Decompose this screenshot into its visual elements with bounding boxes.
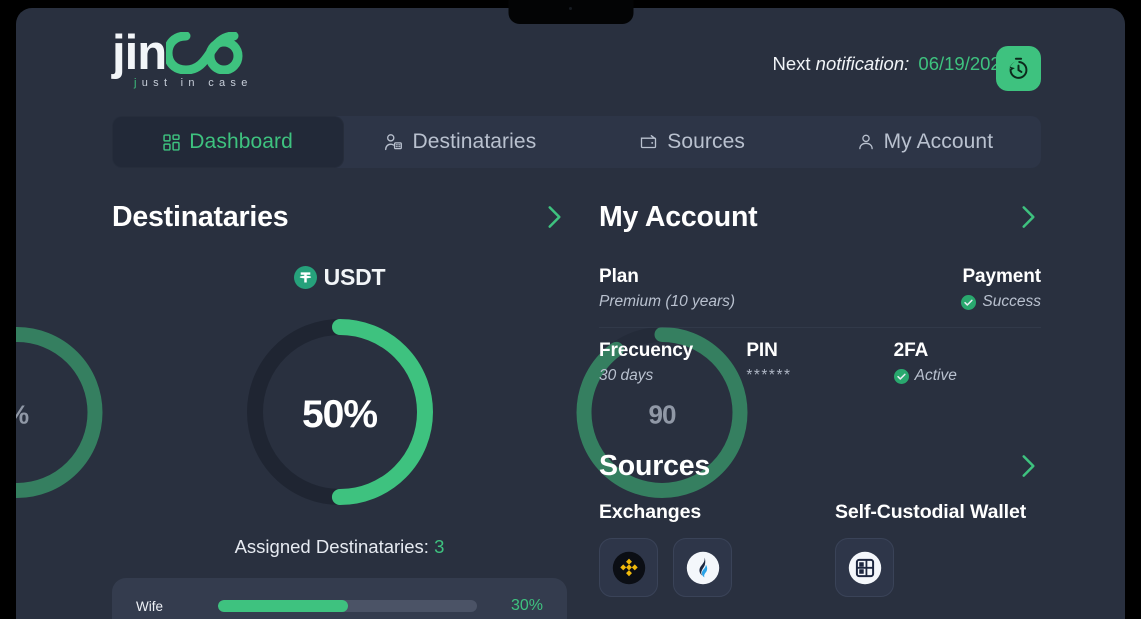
field-frecuency: Frecuency 30 days [599,340,746,385]
tab-dashboard-label: Dashboard [189,130,293,154]
destinatary-progress-fill [218,600,348,612]
wallet-grid-icon [847,550,883,586]
destinataries-chevron-right-icon[interactable] [542,201,567,233]
next-notification-label: Next [772,53,810,74]
field-payment: Payment Success [820,266,1041,311]
my-account-chevron-right-icon[interactable] [1016,201,1041,233]
field-pin-value: ****** [746,367,893,385]
huobi-flame-icon [685,550,721,586]
sources-wallet: Self-Custodial Wallet [835,501,1041,597]
coin-symbol: USDT [324,264,386,291]
next-notification: Next notification: 06/19/2023 [772,53,1011,75]
tab-destinataries-label: Destinataries [412,130,536,154]
logo-tagline: just in case [134,77,312,89]
tile-huobi[interactable] [673,538,732,597]
field-plan-key: Plan [599,266,820,288]
donut-left[interactable]: % [16,319,110,510]
destinataries-header: Destinataries [112,194,567,240]
assigned-count: 3 [434,536,444,557]
right-column: My Account Plan Premium (10 years) Payme… [599,194,1041,597]
my-account-row-2: Frecuency 30 days PIN ****** 2FA [599,328,1041,401]
check-circle-icon [961,295,976,310]
donut-carousel: % 50% 90 [112,307,567,522]
logo-wordmark: jin [112,31,312,75]
grid-dashboard-icon [163,134,180,151]
field-2fa-value-wrap: Active [894,367,1041,385]
field-2fa-key: 2FA [894,340,1041,362]
destinatary-progress-bar [218,600,477,612]
coin-indicator: USDT [112,264,567,291]
exchange-tiles [599,538,835,597]
field-payment-value-wrap: Success [820,293,1041,311]
field-frecuency-value: 30 days [599,367,746,385]
field-payment-value: Success [982,293,1041,311]
camera-dot [569,7,572,10]
my-account-row-1: Plan Premium (10 years) Payment Success [599,254,1041,328]
my-account-fields: Plan Premium (10 years) Payment Success [599,254,1041,401]
tab-my-account[interactable]: My Account [809,116,1041,168]
assigned-label: Assigned Destinataries: [235,536,429,557]
destinataries-title: Destinataries [112,201,288,234]
field-plan-value: Premium (10 years) [599,293,820,311]
sources-header: Sources [599,443,1041,489]
stopwatch-reset-button[interactable] [996,46,1041,91]
tab-destinataries[interactable]: Destinataries [344,116,576,168]
logo-text-jin: jin [112,31,166,75]
field-plan: Plan Premium (10 years) [599,266,820,311]
destinataries-panel: Destinataries USDT [112,194,567,619]
stopwatch-reset-icon [1006,56,1031,81]
logo-infinity-ca-icon [166,32,245,74]
field-pin-key: PIN [746,340,893,362]
field-frecuency-key: Frecuency [599,340,746,362]
destinatary-name: Wife [136,599,198,614]
next-notification-word: notification: [816,53,910,74]
my-account-title: My Account [599,201,757,234]
field-2fa-value: Active [915,367,957,385]
field-2fa: 2FA Active [894,340,1041,385]
check-circle-icon [894,369,909,384]
destinatary-percent: 30% [497,597,543,615]
table-row[interactable]: Wife 30% [136,592,543,619]
destinataries-list-card: Wife 30% [112,578,567,619]
donut-main-label: 50% [240,312,440,517]
main-tabbar: Dashboard Destinataries Sources [112,116,1041,168]
tab-sources-label: Sources [667,130,745,154]
wallet-label: Self-Custodial Wallet [835,501,1041,524]
app-logo: jin just in case [112,31,312,87]
field-pin: PIN ****** [746,340,893,385]
tab-sources[interactable]: Sources [577,116,809,168]
binance-icon [611,550,647,586]
sources-columns: Exchanges [599,501,1041,597]
field-payment-key: Payment [820,266,1041,288]
tab-dashboard[interactable]: Dashboard [112,116,344,168]
app-screen: jin just in case Next notification: 06/1… [16,8,1125,619]
wallet-icon [640,133,658,151]
donut-main[interactable]: 50% [240,312,440,517]
exchanges-label: Exchanges [599,501,835,524]
tile-binance[interactable] [599,538,658,597]
sources-title: Sources [599,450,710,483]
tether-icon [294,266,317,289]
users-group-icon [384,133,403,152]
device-notch [508,0,633,24]
assigned-destinataries: Assigned Destinataries: 3 [112,536,567,558]
device-frame: jin just in case Next notification: 06/1… [0,0,1141,619]
wallet-tiles [835,538,1041,597]
person-icon [857,133,875,151]
tile-self-custodial-wallet[interactable] [835,538,894,597]
tab-my-account-label: My Account [884,130,994,154]
sources-chevron-right-icon[interactable] [1016,450,1041,482]
sources-exchanges: Exchanges [599,501,835,597]
donut-left-label: % [16,319,110,510]
my-account-header: My Account [599,194,1041,240]
